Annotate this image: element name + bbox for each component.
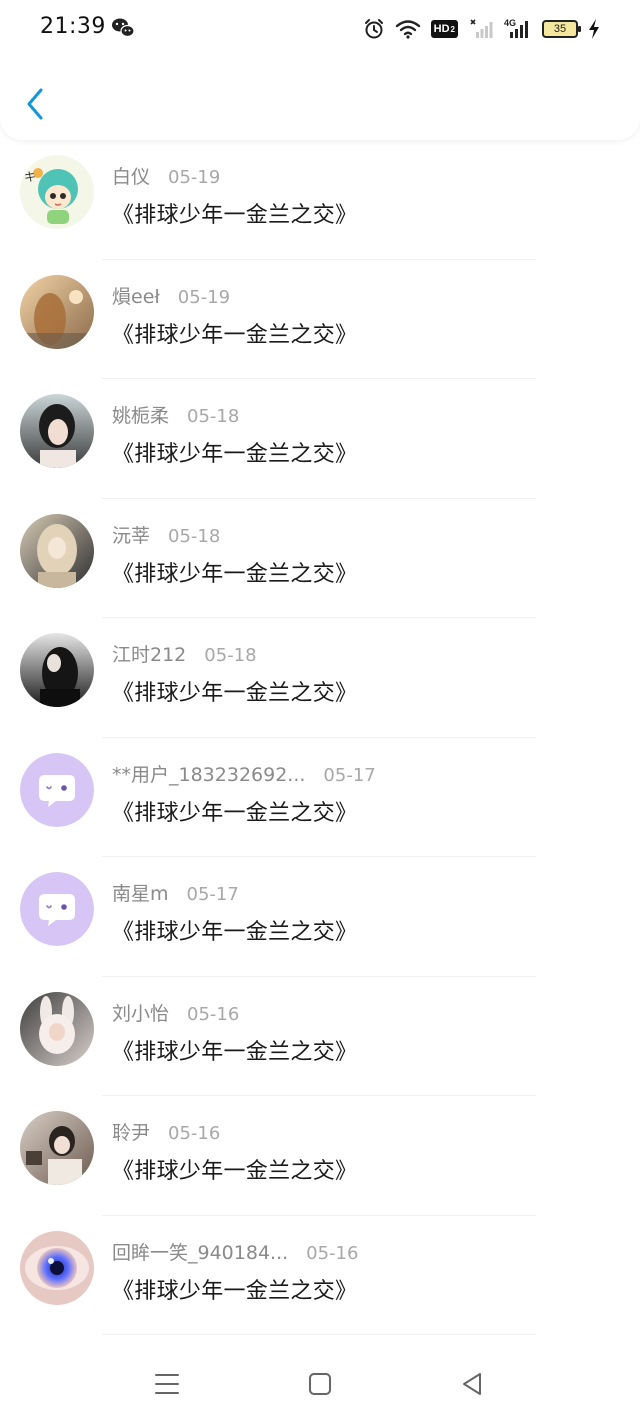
list-item[interactable]: 熉eeł 05-19 《排球少年一金兰之交》: [0, 260, 640, 379]
list-item[interactable]: 聆尹 05-16 《排球少年一金兰之交》: [0, 1096, 640, 1216]
user-name[interactable]: 白仪: [112, 162, 150, 189]
list-item[interactable]: 南星m 05-17 《排球少年一金兰之交》: [0, 857, 640, 977]
avatar[interactable]: [20, 633, 94, 707]
menu-button[interactable]: [147, 1364, 187, 1404]
item-date: 05-18: [168, 525, 221, 547]
item-meta: **用户_183232692... 05-17: [112, 760, 376, 787]
battery-level: 35: [553, 23, 567, 35]
back-nav-button[interactable]: [452, 1364, 492, 1404]
back-triangle-icon: [463, 1373, 481, 1395]
avatar[interactable]: [20, 1111, 94, 1185]
home-square-icon: [309, 1373, 331, 1395]
avatar[interactable]: [20, 872, 94, 946]
avatar[interactable]: [20, 513, 94, 588]
item-meta: 刘小怡 05-16: [112, 999, 239, 1026]
avatar-eye-icon: [20, 1230, 94, 1305]
divider: [102, 1334, 536, 1335]
item-date: 05-19: [177, 286, 231, 308]
system-nav-bar: [0, 1344, 640, 1422]
item-date: 05-18: [204, 645, 257, 666]
item-meta: 聆尹 05-16: [112, 1118, 220, 1145]
user-name[interactable]: 南星m: [112, 879, 169, 906]
back-button[interactable]: [20, 86, 50, 122]
wifi-icon: [395, 20, 420, 39]
item-title[interactable]: 《排球少年一金兰之交》: [112, 556, 357, 588]
item-date: 05-19: [168, 167, 221, 188]
item-date: 05-17: [323, 764, 376, 786]
status-bar: 21:39 HD 2 4G 35: [0, 0, 640, 56]
item-date: 05-16: [306, 1242, 359, 1264]
hd-icon: HD 2: [430, 20, 458, 38]
avatar[interactable]: [20, 274, 94, 349]
signal-4g-icon: 4G: [504, 18, 532, 40]
charging-icon: [589, 19, 599, 39]
item-title[interactable]: 《排球少年一金兰之交》: [112, 317, 357, 349]
item-meta: 姚栀柔 05-18: [112, 401, 239, 428]
item-title[interactable]: 《排球少年一金兰之交》: [112, 1153, 357, 1185]
list-item[interactable]: 江时212 05-18 《排球少年一金兰之交》: [0, 618, 640, 738]
status-right-icons: HD 2 4G 35: [363, 16, 600, 42]
item-meta: 白仪 05-19: [112, 162, 220, 189]
signal-icon: [470, 19, 493, 38]
avatar[interactable]: [20, 991, 94, 1066]
item-meta: 南星m 05-17: [112, 879, 239, 906]
avatar[interactable]: キ: [20, 155, 94, 229]
item-title[interactable]: 《排球少年一金兰之交》: [112, 1034, 357, 1066]
message-list: キ 白仪 05-19 《排球少年一金兰之交》 熉eeł 05-19 《排球少年一…: [0, 140, 640, 1335]
item-date: 05-17: [186, 884, 239, 905]
user-name[interactable]: **用户_183232692...: [112, 760, 305, 787]
avatar-photo-icon: [20, 633, 94, 707]
avatar[interactable]: [20, 752, 94, 827]
menu-icon: [155, 1374, 179, 1394]
item-title[interactable]: 《排球少年一金兰之交》: [112, 436, 357, 468]
item-title[interactable]: 《排球少年一金兰之交》: [112, 197, 357, 229]
item-date: 05-16: [168, 1123, 221, 1144]
item-meta: 熉eeł 05-19: [112, 282, 230, 309]
avatar-photo-icon: [20, 991, 94, 1066]
item-meta: 沅莘 05-18: [112, 521, 220, 548]
list-item[interactable]: 刘小怡 05-16 《排球少年一金兰之交》: [0, 977, 640, 1096]
default-chat-avatar-icon: [20, 752, 94, 827]
default-chat-avatar-icon: [20, 872, 94, 946]
user-name[interactable]: 姚栀柔: [112, 401, 169, 428]
alarm-icon: [364, 19, 383, 39]
top-header: 21:39 HD 2 4G 35: [0, 0, 640, 140]
list-item[interactable]: 回眸一笑_940184... 05-16 《排球少年一金兰之交》: [0, 1216, 640, 1335]
avatar[interactable]: [20, 394, 94, 468]
chevron-left-icon: [27, 88, 43, 120]
list-item[interactable]: キ 白仪 05-19 《排球少年一金兰之交》: [0, 140, 640, 260]
hd-label: HD: [433, 23, 450, 35]
item-title[interactable]: 《排球少年一金兰之交》: [112, 795, 357, 827]
avatar-cartoon-icon: キ: [20, 155, 94, 229]
list-item[interactable]: 姚栀柔 05-18 《排球少年一金兰之交》: [0, 379, 640, 499]
user-name[interactable]: 熉eeł: [112, 282, 160, 309]
item-meta: 江时212 05-18: [112, 640, 257, 667]
item-date: 05-16: [187, 1003, 240, 1025]
hd-sub: 2: [450, 24, 455, 34]
user-name[interactable]: 刘小怡: [112, 999, 169, 1026]
item-date: 05-18: [187, 406, 240, 427]
avatar-photo-icon: [20, 394, 94, 468]
battery-icon: 35: [542, 20, 581, 38]
user-name[interactable]: 江时212: [112, 640, 186, 667]
user-name[interactable]: 聆尹: [112, 1118, 150, 1145]
item-title[interactable]: 《排球少年一金兰之交》: [112, 914, 357, 946]
user-name[interactable]: 回眸一笑_940184...: [112, 1238, 288, 1265]
wechat-icon: [112, 18, 135, 38]
screen: 21:39 HD 2 4G 35 キ 白仪 05-19 《排球少年一金兰之交》 …: [0, 0, 640, 1422]
status-time: 21:39: [40, 14, 106, 39]
avatar-photo-icon: [20, 274, 94, 349]
home-button[interactable]: [300, 1364, 340, 1404]
avatar-photo-icon: [20, 513, 94, 588]
item-meta: 回眸一笑_940184... 05-16: [112, 1238, 358, 1265]
svg-text:キ: キ: [24, 170, 36, 184]
user-name[interactable]: 沅莘: [112, 521, 150, 548]
item-title[interactable]: 《排球少年一金兰之交》: [112, 675, 357, 707]
list-item[interactable]: 沅莘 05-18 《排球少年一金兰之交》: [0, 499, 640, 618]
avatar-photo-icon: [20, 1111, 94, 1185]
avatar[interactable]: [20, 1230, 94, 1305]
list-item[interactable]: **用户_183232692... 05-17 《排球少年一金兰之交》: [0, 738, 640, 857]
item-title[interactable]: 《排球少年一金兰之交》: [112, 1273, 357, 1305]
